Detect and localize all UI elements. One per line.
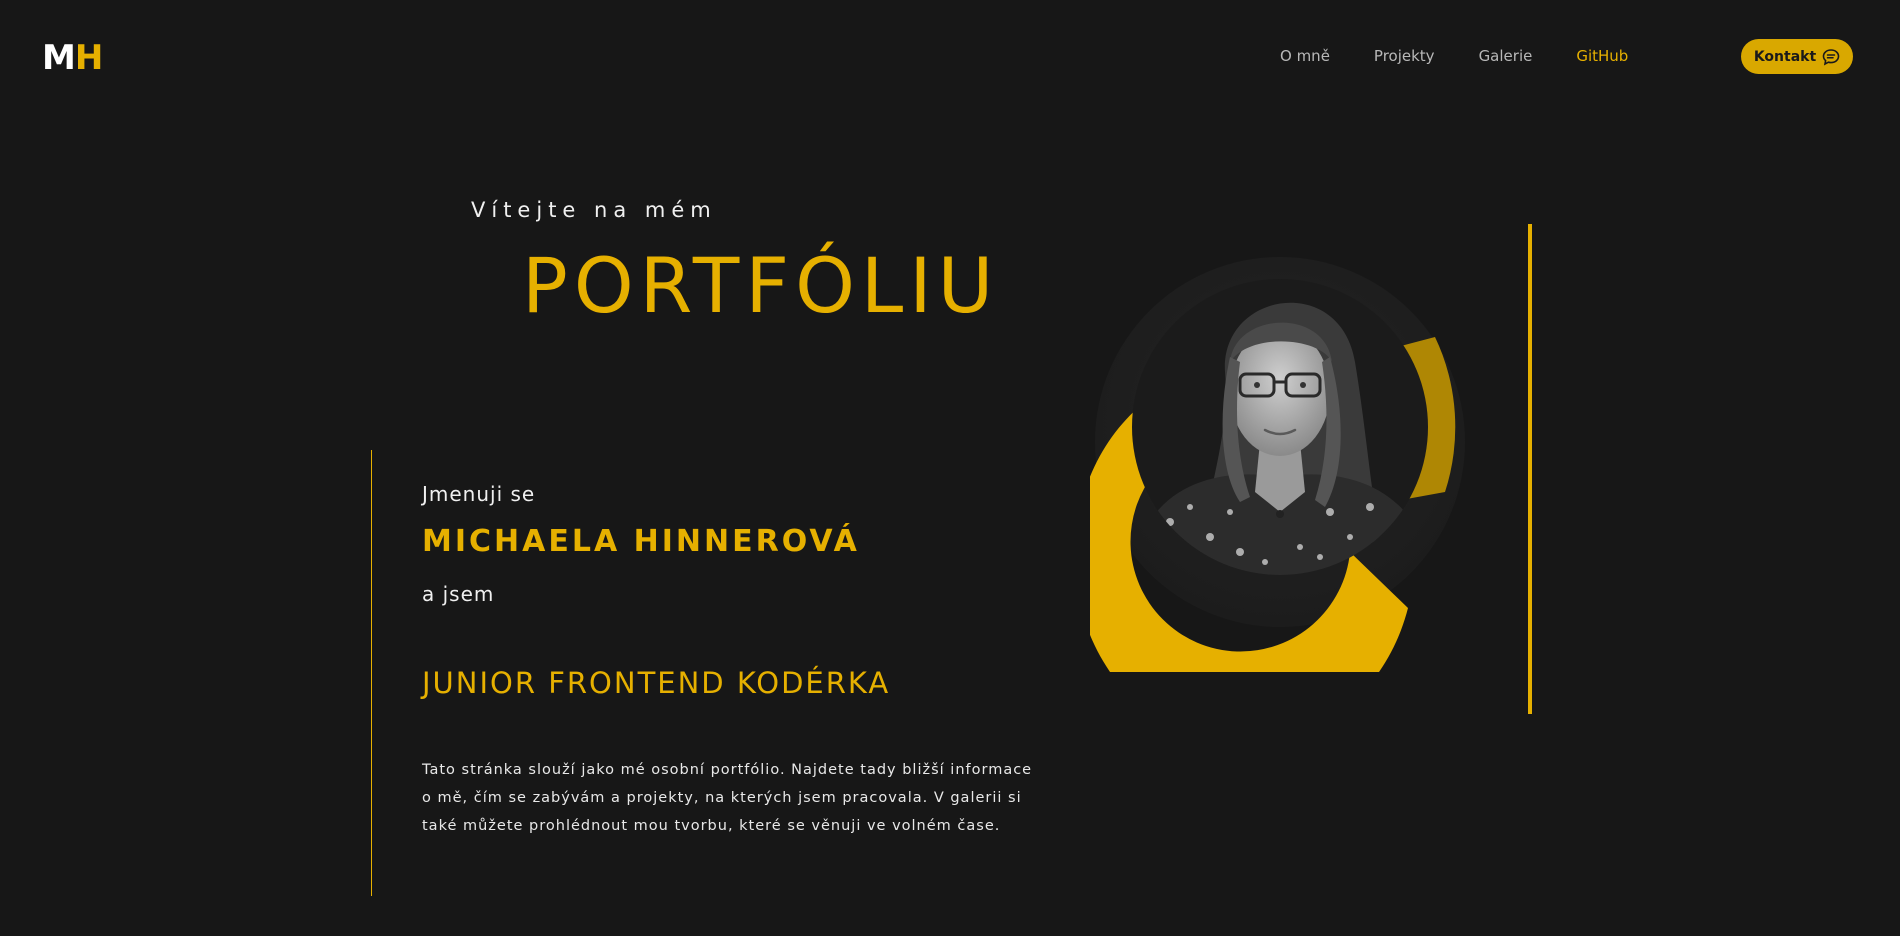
person-name: MICHAELA HINNEROVÁ <box>422 524 860 559</box>
left-accent-line <box>371 450 372 896</box>
chat-bubble-icon <box>1822 48 1840 65</box>
logo-letter-h: H <box>74 38 103 78</box>
contact-button[interactable]: Kontakt <box>1741 39 1853 74</box>
main-nav: O mně Projekty Galerie GitHub <box>1280 46 1672 66</box>
logo-letter-m: M <box>42 38 76 78</box>
nav-item-projects[interactable]: Projekty <box>1374 46 1435 66</box>
right-accent-line <box>1528 224 1532 714</box>
contact-button-label: Kontakt <box>1753 48 1817 65</box>
page-title: PORTFÓLIU <box>522 241 1000 330</box>
portrait-graphic <box>1090 257 1465 672</box>
page: MH O mně Projekty Galerie GitHub Kontakt… <box>0 0 1900 936</box>
logo[interactable]: MH <box>42 38 103 78</box>
and-i-am-text: a jsem <box>422 582 495 606</box>
welcome-text: Vítejte na mém <box>471 198 717 222</box>
nav-item-about[interactable]: O mně <box>1280 46 1330 66</box>
intro-text: Jmenuji se <box>422 482 536 506</box>
job-title: JUNIOR FRONTEND KODÉRKA <box>422 666 891 700</box>
nav-item-github[interactable]: GitHub <box>1576 46 1628 66</box>
description-paragraph: Tato stránka slouží jako mé osobní portf… <box>422 762 1033 834</box>
nav-item-gallery[interactable]: Galerie <box>1479 46 1533 66</box>
